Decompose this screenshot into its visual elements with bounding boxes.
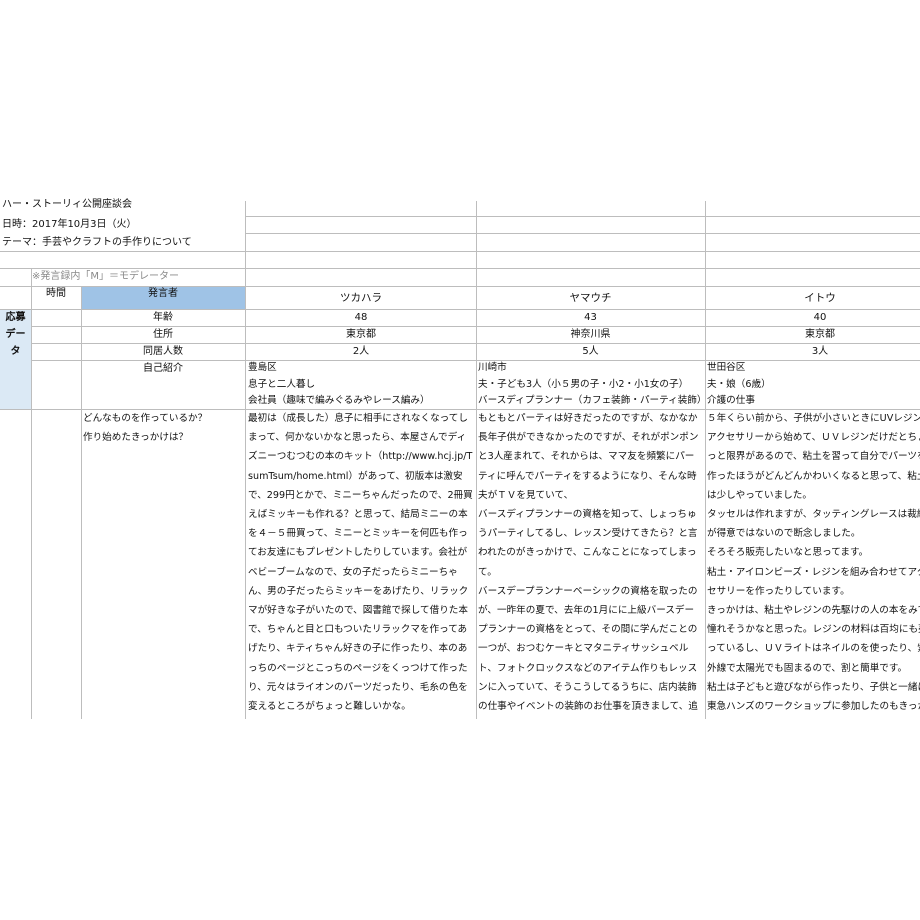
intro-value-3[interactable]: 世田谷区 夫・娘（6歳） 介護の仕事	[705, 360, 920, 410]
gridline-h	[31, 360, 920, 361]
gridline-h	[0, 268, 920, 269]
age-value-2[interactable]: 43	[476, 309, 705, 326]
answer-1[interactable]: 最初は（成長した）息子に相手にされなくなってしまって、何かないかなと思ったら、本…	[246, 409, 476, 719]
address-value-2[interactable]: 神奈川県	[476, 326, 705, 343]
age-value-3[interactable]: 40	[705, 309, 920, 326]
gridline-v	[705, 201, 706, 719]
address-value-3[interactable]: 東京都	[705, 326, 920, 343]
age-value-1[interactable]: 48	[246, 309, 476, 326]
gridline-h	[0, 286, 920, 287]
gridline-h	[0, 251, 920, 252]
household-label[interactable]: 同居人数	[81, 343, 245, 360]
sheet-title[interactable]: ハー・ストーリィ公開座談会	[0, 196, 245, 214]
applicant-label-1: 応募	[5, 312, 26, 323]
gridline-h	[31, 343, 920, 344]
applicant-label-2: デー	[5, 329, 26, 340]
meeting-date[interactable]: 日時：2017年10月3日（火）	[0, 216, 245, 234]
question-cell[interactable]: どんなものを作っているか？ 作り始めたきっかけは？	[81, 409, 245, 449]
answer-3[interactable]: ５年くらい前から、子供が小さいときにUVレジンやアクセサリーから始めて、ＵＶレジ…	[705, 409, 920, 719]
gridline-v	[245, 201, 246, 719]
intro-label[interactable]: 自己紹介	[81, 360, 245, 377]
gridline-h	[245, 233, 920, 234]
household-value-3[interactable]: 3人	[705, 343, 920, 360]
gridline-v	[81, 286, 82, 719]
moderator-note[interactable]: ※発言録内「M」＝モデレーター	[32, 268, 245, 286]
gridline-h	[0, 409, 920, 410]
gridline-h	[245, 216, 920, 217]
speaker-name-2[interactable]: ヤマウチ	[476, 287, 705, 309]
answer-2[interactable]: もともとパーティは好きだったのですが、なかなか長年子供ができなかったのですが、そ…	[476, 409, 705, 719]
household-value-2[interactable]: 5人	[476, 343, 705, 360]
intro-value-1[interactable]: 豊島区 息子と二人暮し 会社員（趣味で編みぐるみやレース編み）	[246, 360, 476, 410]
address-value-1[interactable]: 東京都	[246, 326, 476, 343]
gridline-v	[476, 201, 477, 719]
intro-value-2[interactable]: 川崎市 夫・子ども3人（小５男の子・小2・小1女の子） バースディプランナー（カ…	[476, 360, 705, 410]
gridline-v	[31, 268, 32, 719]
speaker-name-3[interactable]: イトウ	[705, 287, 920, 309]
spreadsheet: ハー・ストーリィ公開座談会 日時：2017年10月3日（火） テーマ：手芸やクラ…	[0, 0, 920, 920]
speaker-name-1[interactable]: ツカハラ	[246, 287, 476, 309]
household-value-1[interactable]: 2人	[246, 343, 476, 360]
age-label[interactable]: 年齢	[81, 309, 245, 326]
meeting-theme[interactable]: テーマ：手芸やクラフトの手作りについて	[0, 234, 245, 252]
header-time[interactable]: 時間	[31, 287, 81, 309]
gridline-h	[31, 326, 920, 327]
gridline-h	[0, 309, 920, 310]
header-speaker[interactable]: 発言者	[81, 287, 245, 309]
address-label[interactable]: 住所	[81, 326, 245, 343]
applicant-label-3: タ	[10, 346, 21, 357]
